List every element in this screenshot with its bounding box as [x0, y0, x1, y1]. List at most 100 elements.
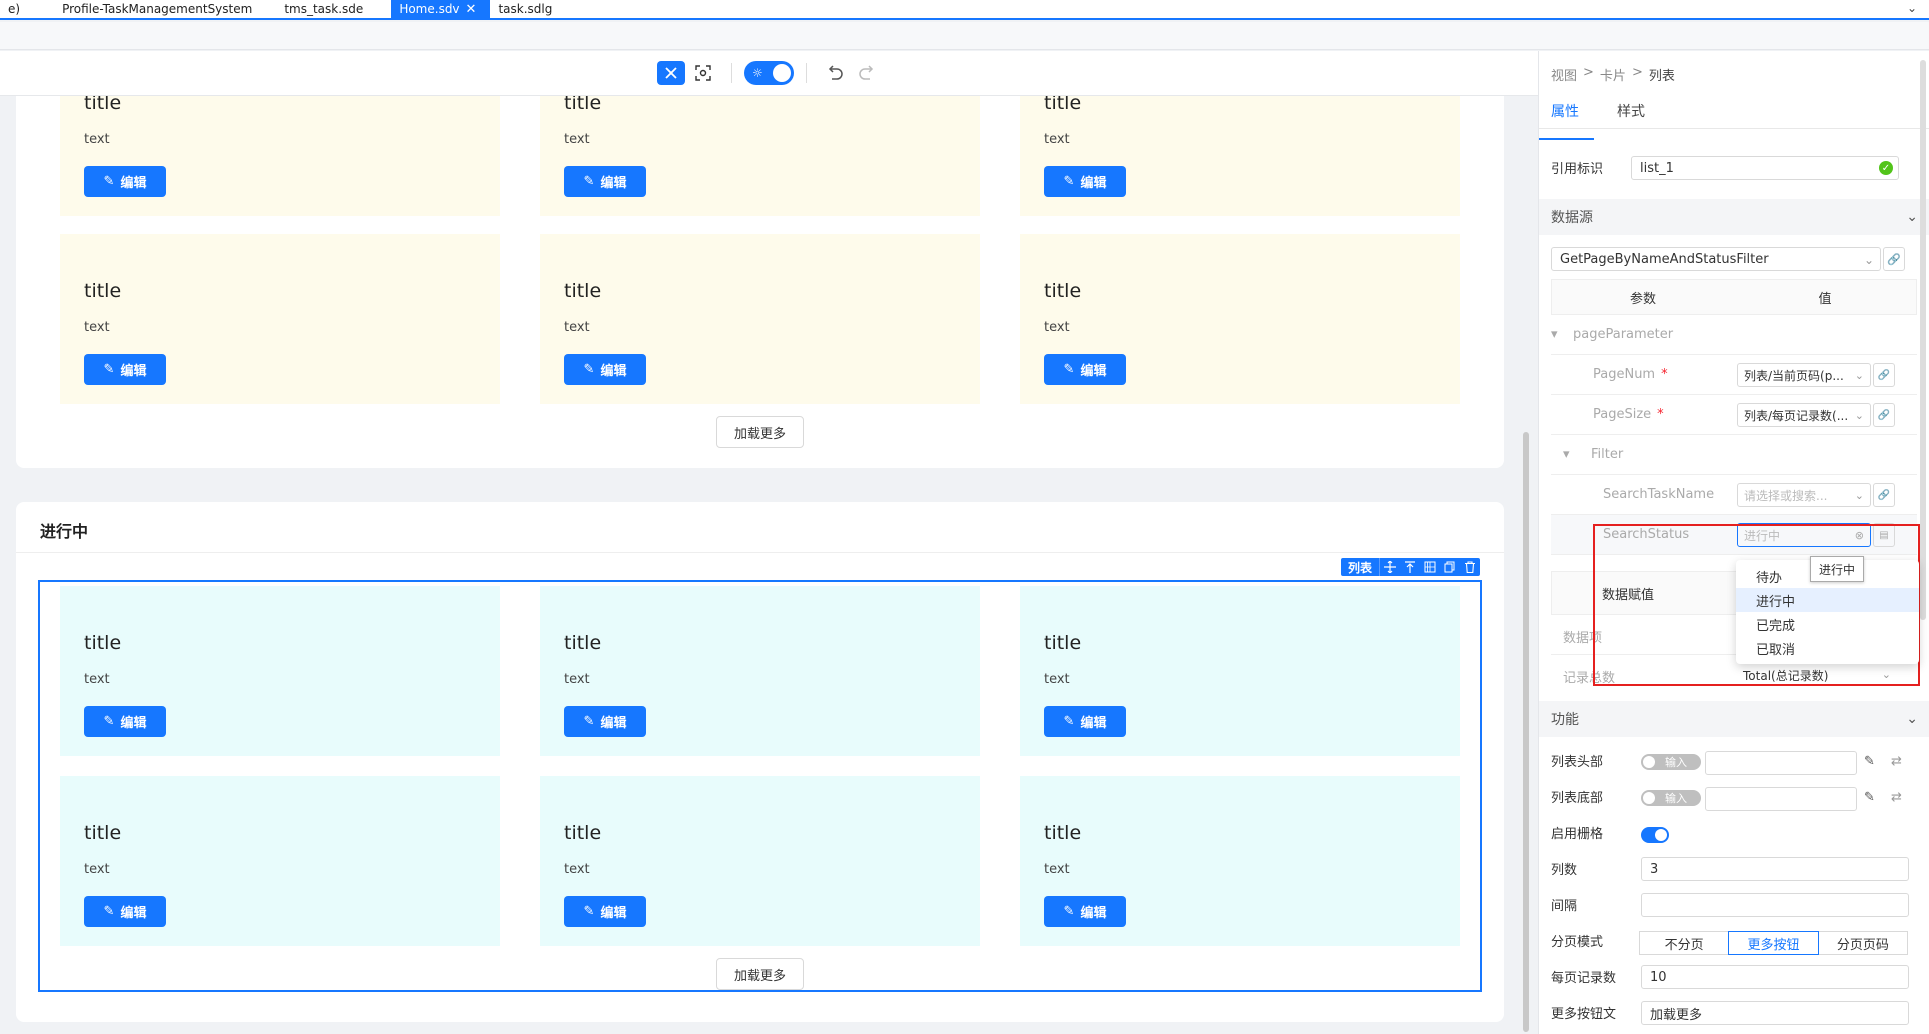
card[interactable]: title text ✎ 编辑 — [540, 234, 980, 404]
breadcrumb-item[interactable]: 视图 — [1551, 65, 1577, 84]
edit-button[interactable]: ✎ 编辑 — [564, 354, 646, 385]
paging-mode-option-active[interactable]: 更多按钮 — [1728, 931, 1819, 955]
section-title: 功能 — [1551, 712, 1579, 728]
swap-icon[interactable]: ⇄ — [1891, 754, 1902, 769]
close-icon[interactable]: ✕ — [466, 2, 477, 17]
switch-label: 输入 — [1665, 756, 1687, 769]
edit-button[interactable]: ✎ 编辑 — [564, 166, 646, 197]
link-icon[interactable]: 🔗 — [1883, 247, 1905, 271]
chevron-down-icon: ⌄ — [1863, 253, 1874, 267]
card[interactable]: title text ✎ 编辑 — [1020, 234, 1460, 404]
filter-group-row[interactable]: ▾ Filter — [1551, 435, 1917, 475]
swap-icon[interactable]: ⇄ — [1891, 790, 1902, 805]
dropdown-option-cancelled[interactable]: 已取消 — [1736, 636, 1919, 660]
param-value-select[interactable]: 列表/每页记录数(... ⌄ — [1737, 403, 1871, 427]
link-icon[interactable]: 🔗 — [1873, 403, 1895, 427]
columns-label: 列数 — [1551, 863, 1578, 878]
list-section-1[interactable]: title text ✎ 编辑 title text ✎ 编辑 title text… — [16, 96, 1504, 468]
edit-button[interactable]: ✎ 编辑 — [84, 354, 166, 385]
tab-home-sdv[interactable]: Home.sdv ✕ — [391, 0, 491, 18]
link-icon[interactable]: 🔗 — [1873, 363, 1895, 387]
redo-icon[interactable] — [853, 61, 881, 85]
ref-id-value: list_1 — [1640, 160, 1674, 176]
param-value-select[interactable]: 列表/当前页码(p... ⌄ — [1737, 363, 1871, 387]
delete-icon[interactable] — [1460, 558, 1480, 576]
page-size-input[interactable]: 10 — [1641, 965, 1909, 989]
card[interactable]: title text ✎ 编辑 — [60, 96, 500, 216]
more-button-text-input[interactable]: 加载更多 — [1641, 1001, 1909, 1025]
tab-task-sdlg[interactable]: task.sdlg — [490, 0, 566, 18]
grid-icon[interactable] — [1420, 558, 1440, 576]
dropdown-option-done[interactable]: 已完成 — [1736, 612, 1919, 636]
param-column-header: 参数 — [1629, 291, 1656, 307]
paging-mode-option[interactable]: 分页页码 — [1817, 931, 1908, 955]
param-value: 列表/当前页码(p... — [1744, 368, 1844, 383]
param-row-search-task-name: SearchTaskName 请选择或搜索... ⌄ 🔗 — [1551, 475, 1917, 515]
edit-button[interactable]: ✎ 编辑 — [84, 166, 166, 197]
datasource-select[interactable]: GetPageByNameAndStatusFilter ⌄ — [1551, 247, 1881, 271]
load-more-button[interactable]: 加载更多 — [716, 416, 804, 448]
card-title: title — [84, 280, 122, 302]
pencil-icon: ✎ — [1063, 362, 1075, 377]
card[interactable]: title text ✎ 编辑 — [60, 234, 500, 404]
undo-icon[interactable] — [821, 61, 849, 85]
selected-list-frame[interactable] — [38, 580, 1482, 992]
design-canvas[interactable]: title text ✎ 编辑 title text ✎ 编辑 title text… — [0, 96, 1538, 1034]
select-parent-icon[interactable] — [1400, 558, 1420, 576]
design-mode-icon[interactable] — [657, 61, 685, 85]
card-title: title — [564, 96, 602, 114]
datasource-section-header[interactable]: 数据源 ⌄ — [1539, 199, 1929, 235]
card[interactable]: title text ✎ 编辑 — [540, 96, 980, 216]
ref-id-input[interactable]: list_1 ✓ — [1631, 156, 1899, 180]
more-button-text-value: 加载更多 — [1650, 1007, 1703, 1023]
canvas-scrollbar[interactable] — [1523, 432, 1529, 1032]
list-footer-switch[interactable]: 输入 — [1641, 790, 1701, 806]
value-column-header: 值 — [1818, 291, 1832, 307]
param-key: PageSize — [1593, 407, 1652, 422]
edit-button-label: 编辑 — [1080, 176, 1107, 191]
pencil-icon: ✎ — [103, 362, 115, 377]
link-icon[interactable]: 🔗 — [1873, 483, 1895, 507]
breadcrumb-item[interactable]: 卡片 — [1600, 65, 1626, 84]
chevron-down-icon[interactable]: ⌄ — [1907, 1, 1917, 15]
tab-profile[interactable]: Profile-TaskManagementSystem — [34, 0, 266, 18]
pencil-icon: ✎ — [583, 362, 595, 377]
edit-button[interactable]: ✎ 编辑 — [1044, 354, 1126, 385]
function-section-header[interactable]: 功能 ⌄ — [1539, 701, 1929, 737]
tab-prev[interactable]: e) — [0, 0, 34, 18]
tab-style[interactable]: 样式 — [1617, 101, 1645, 121]
section-title: 数据源 — [1551, 210, 1593, 226]
theme-toggle[interactable]: ☼ — [744, 61, 794, 85]
pencil-icon[interactable]: ✎ — [1864, 790, 1875, 805]
edit-button-label: 编辑 — [600, 176, 627, 191]
dropdown-option-in-progress[interactable]: 进行中 — [1736, 588, 1919, 612]
paging-mode-label: 分页模式 — [1551, 935, 1604, 950]
enable-grid-switch[interactable] — [1641, 827, 1669, 843]
ref-id-label: 引用标识 — [1551, 162, 1604, 177]
paging-mode-option[interactable]: 不分页 — [1639, 931, 1730, 955]
chevron-down-icon: ⌄ — [1854, 369, 1864, 382]
check-circle-icon: ✓ — [1879, 161, 1893, 175]
pencil-icon[interactable]: ✎ — [1864, 754, 1875, 769]
columns-input[interactable]: 3 — [1641, 857, 1909, 881]
panel-scrollbar[interactable] — [1920, 60, 1926, 620]
required-mark: * — [1661, 367, 1668, 382]
preview-scan-icon[interactable] — [689, 61, 717, 85]
list-header-input[interactable] — [1705, 751, 1857, 775]
gap-input[interactable] — [1641, 893, 1909, 917]
param-value-select[interactable]: 请选择或搜索... ⌄ — [1737, 483, 1871, 507]
tab-tms-task-sde[interactable]: tms_task.sde — [266, 0, 377, 18]
param-key: PageNum — [1593, 367, 1656, 382]
param-group-row[interactable]: ▾ pageParameter — [1551, 315, 1917, 355]
switch-label: 输入 — [1665, 792, 1687, 805]
list-header-switch[interactable]: 输入 — [1641, 754, 1701, 770]
component-toolbar: 列表 — [1341, 558, 1481, 576]
paging-mode-segmented: 不分页 更多按钮 分页页码 — [1639, 931, 1908, 955]
toggle-knob — [773, 64, 791, 82]
list-footer-input[interactable] — [1705, 787, 1857, 811]
copy-icon[interactable] — [1440, 558, 1460, 576]
move-icon[interactable] — [1380, 558, 1400, 576]
edit-button[interactable]: ✎ 编辑 — [1044, 166, 1126, 197]
card[interactable]: title text ✎ 编辑 — [1020, 96, 1460, 216]
tab-properties[interactable]: 属性 — [1551, 101, 1579, 121]
